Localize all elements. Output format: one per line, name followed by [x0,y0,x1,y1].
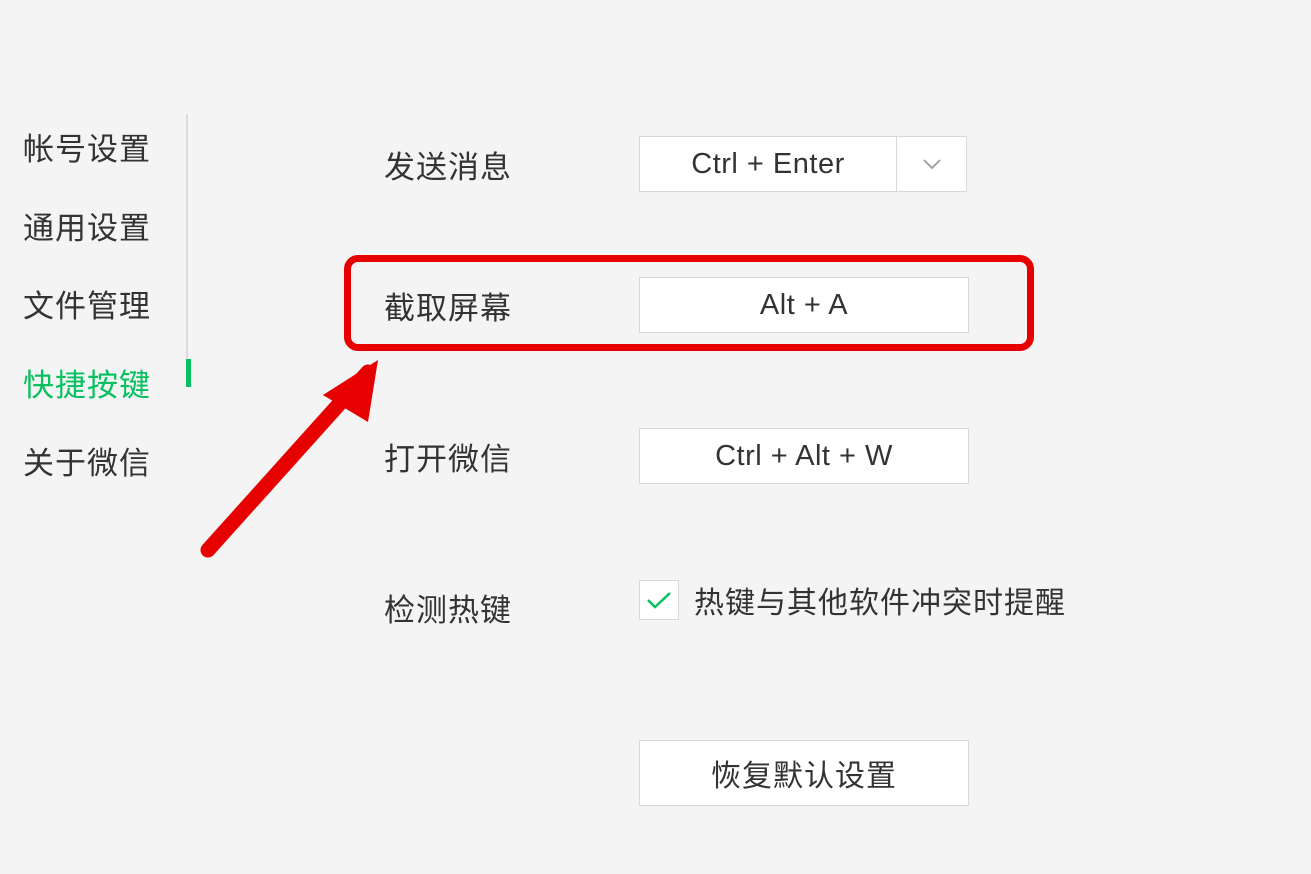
hotkey-conflict-label: 热键与其他软件冲突时提醒 [694,578,1066,622]
open-app-label: 打开微信 [384,434,639,479]
send-message-row: 发送消息 Ctrl + Enter [384,136,1066,192]
sidebar-divider [186,114,188,384]
settings-content: 发送消息 Ctrl + Enter 截取屏幕 Alt + A 打开微信 Ctrl… [384,136,1066,806]
detect-hotkey-label: 检测热键 [384,585,639,630]
settings-sidebar: 帐号设置 通用设置 文件管理 快捷按键 关于微信 [23,115,188,508]
send-message-value: Ctrl + Enter [639,136,897,192]
sidebar-item-about[interactable]: 关于微信 [23,429,188,508]
sidebar-item-files[interactable]: 文件管理 [23,272,188,351]
screenshot-row: 截取屏幕 Alt + A [384,277,1066,333]
open-app-row: 打开微信 Ctrl + Alt + W [384,428,1066,484]
detect-hotkey-row: 检测热键 热键与其他软件冲突时提醒 [384,579,1066,635]
chevron-down-icon[interactable] [897,136,967,192]
detect-hotkey-checkbox-group: 热键与其他软件冲突时提醒 [639,578,1066,622]
sidebar-item-general[interactable]: 通用设置 [23,194,188,273]
send-message-label: 发送消息 [384,142,639,187]
send-message-dropdown[interactable]: Ctrl + Enter [639,136,967,192]
screenshot-hotkey-input[interactable]: Alt + A [639,277,969,333]
sidebar-item-account[interactable]: 帐号设置 [23,115,188,194]
hotkey-conflict-checkbox[interactable] [639,580,679,620]
screenshot-label: 截取屏幕 [384,283,639,328]
restore-defaults-button[interactable]: 恢复默认设置 [639,740,969,806]
checkmark-icon [645,590,673,610]
sidebar-item-shortcuts[interactable]: 快捷按键 [23,351,188,430]
sidebar-active-indicator [186,359,191,387]
restore-row: 恢复默认设置 [639,740,1066,806]
annotation-arrow-icon [198,350,398,560]
open-app-hotkey-input[interactable]: Ctrl + Alt + W [639,428,969,484]
